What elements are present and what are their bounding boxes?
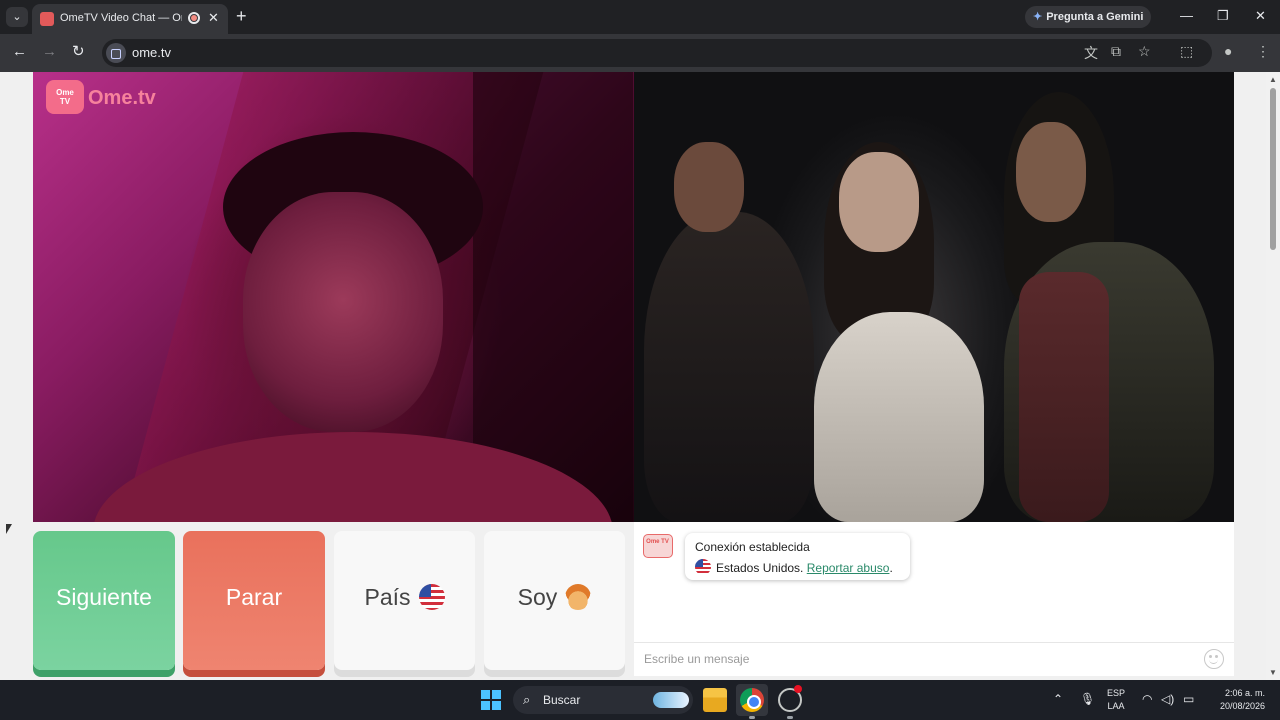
person-right-face [1016, 122, 1086, 222]
boy-icon [565, 584, 592, 610]
stop-label: Parar [225, 584, 283, 610]
search-icon: ⌕ [523, 692, 531, 707]
next-label: Siguiente [56, 584, 152, 610]
connection-status: Conexión establecida [695, 540, 810, 554]
bookmark-star-icon[interactable]: ☆ [1138, 43, 1151, 60]
country-label: País [364, 584, 411, 610]
stop-button[interactable]: Parar [183, 531, 325, 670]
chat-tv-icon: Ome TV [643, 534, 673, 558]
url-text: ome.tv [132, 45, 172, 60]
windows-start-icon[interactable] [481, 690, 501, 710]
message-placeholder: Escribe un mensaje [644, 652, 750, 666]
gender-select-button[interactable]: Soy [484, 531, 625, 670]
extensions-icon[interactable]: ⬚ [1180, 43, 1193, 60]
battery-icon[interactable]: ▭ [1183, 692, 1194, 706]
ometv-page: Ome TV Ome.tv Siguiente Parar País Soy O… [0, 72, 1280, 680]
system-clock[interactable]: 2:06 a. m. 20/08/2026 [1207, 687, 1265, 713]
tab-title: OmeTV Video Chat — Ome [60, 12, 182, 24]
gemini-button[interactable]: ✦ Pregunta a Gemini [1025, 6, 1151, 28]
local-video-feed [33, 72, 634, 522]
chrome-running-indicator [749, 716, 755, 719]
minimize-button[interactable]: — [1180, 8, 1193, 23]
ometv-favicon [40, 12, 54, 26]
clock-date: 20/08/2026 [1219, 701, 1265, 711]
logo-tv-icon: Ome TV [46, 80, 84, 114]
wifi-icon[interactable]: ◠ [1142, 692, 1152, 706]
file-explorer-icon[interactable] [703, 688, 727, 712]
mouse-cursor-icon [6, 524, 12, 534]
person-center-face [839, 152, 919, 252]
tab-close-icon[interactable]: ✕ [208, 10, 219, 26]
emoji-icon[interactable] [1204, 649, 1224, 669]
us-flag-icon [418, 584, 445, 610]
new-tab-button[interactable]: + [236, 7, 247, 25]
cast-icon[interactable]: ⧉ [1111, 43, 1121, 60]
scroll-thumb[interactable] [1270, 88, 1276, 250]
country-filter-button[interactable]: País [334, 531, 475, 670]
maximize-button[interactable]: ❐ [1217, 8, 1229, 24]
language-indicator[interactable]: ESP LAA [1107, 687, 1125, 713]
gemini-sparkle-icon: ✦ [1033, 11, 1043, 23]
us-flag-icon [695, 559, 711, 575]
scroll-up-arrow-icon[interactable]: ▲ [1269, 75, 1277, 84]
person-center [814, 312, 984, 522]
tab-search-menu-button[interactable]: ⌄ [6, 7, 28, 27]
report-abuse-link[interactable]: Reportar abuso [807, 561, 890, 575]
next-button[interactable]: Siguiente [33, 531, 175, 670]
guitar-case [1019, 272, 1109, 522]
reload-button[interactable]: ↻ [72, 44, 85, 60]
clock-time: 2:06 a. m. [1224, 688, 1265, 698]
partner-country: Estados Unidos. [716, 561, 804, 575]
system-message: Conexión establecida Estados Unidos. Rep… [685, 533, 910, 580]
tray-overflow-icon[interactable]: ⌃ [1053, 692, 1063, 706]
chrome-icon[interactable] [740, 688, 764, 712]
translate-icon[interactable]: 文 [1084, 43, 1098, 63]
back-button[interactable]: ← [12, 44, 27, 60]
search-label: Buscar [543, 693, 581, 707]
page-scrollbar[interactable]: ▲ ▼ [1266, 72, 1280, 680]
app-notification-icon[interactable] [778, 685, 802, 712]
browser-tab-bar: ⌄ OmeTV Video Chat — Ome ✕ + ✦Pregunta a… [0, 0, 1280, 34]
person-left [644, 212, 814, 522]
microphone-icon[interactable]: 🎙 [1080, 692, 1095, 706]
site-info-icon[interactable] [106, 43, 126, 63]
partner-country-line: Estados Unidos. Reportar abuso. [695, 559, 893, 575]
browser-toolbar: ← → ↻ ome.tv 文 ⧉ ☆ ⬚ ● ⋮ [0, 34, 1280, 72]
forward-button[interactable]: → [42, 44, 57, 60]
search-highlight-image [653, 692, 689, 708]
recording-indicator-icon [188, 12, 200, 24]
close-window-button[interactable]: ✕ [1255, 8, 1266, 24]
profile-avatar[interactable]: ● [1224, 43, 1232, 59]
report-suffix: . [889, 561, 893, 575]
person-left-face [674, 142, 744, 232]
address-bar[interactable]: ome.tv [102, 39, 1212, 67]
stranger-video-feed [634, 72, 1234, 522]
gemini-label: Pregunta a Gemini [1046, 11, 1144, 23]
browser-menu-icon[interactable]: ⋮ [1256, 43, 1270, 60]
scroll-down-arrow-icon[interactable]: ▼ [1269, 668, 1277, 677]
logo-wordmark: Ome.tv [88, 87, 156, 109]
message-input[interactable]: Escribe un mensaje [634, 642, 1234, 676]
gender-label: Soy [517, 584, 558, 610]
browser-tab[interactable]: OmeTV Video Chat — Ome ✕ [32, 4, 228, 34]
app-running-indicator [787, 716, 793, 719]
chat-panel: Ome TV Conexión establecida Estados Unid… [634, 522, 1234, 676]
taskbar-search[interactable]: ⌕ Buscar [513, 686, 693, 714]
person-face [243, 192, 443, 432]
volume-icon[interactable]: ◁) [1161, 692, 1174, 706]
windows-taskbar: ⌕ Buscar ⌃ 🎙 ESP LAA ◠ ◁) ▭ 2:06 a. m. 2… [0, 680, 1280, 720]
